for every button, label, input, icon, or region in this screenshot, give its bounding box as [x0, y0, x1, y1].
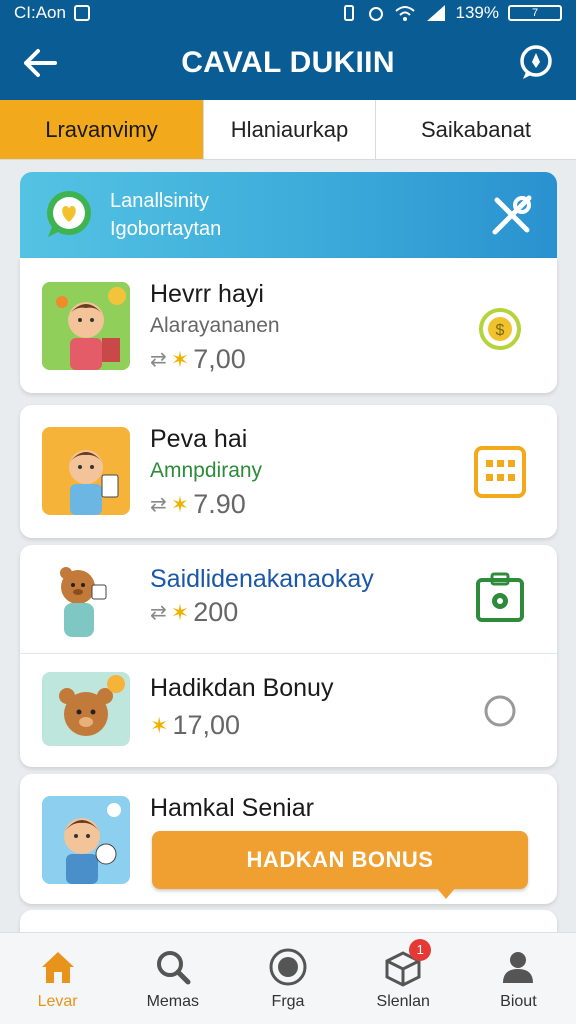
- swap-icon: ⇄: [150, 494, 167, 516]
- profile-icon: [498, 947, 538, 987]
- item-price: ⇄ ✶ 7.90: [150, 489, 246, 520]
- item-subtitle: Alarayananen: [150, 314, 280, 337]
- tab-lravanvimy[interactable]: Lravanvimy: [0, 100, 204, 159]
- record-icon: [268, 947, 308, 987]
- bear-illustration-icon: [42, 557, 130, 645]
- status-time: CI:Aon: [14, 3, 66, 22]
- item-price: ⇄ ✶ 7,00: [150, 344, 246, 375]
- coin-button[interactable]: $: [473, 302, 527, 356]
- banner-line1: Lanallsinity: [110, 190, 209, 212]
- banner-close-button[interactable]: [489, 192, 535, 238]
- nav-item-slenlan[interactable]: 1 Slenlan: [346, 933, 461, 1024]
- status-bar: CI:Aon 139% 7: [0, 0, 576, 26]
- price-value: 7,00: [193, 344, 246, 374]
- bottom-nav: Levar Memas Frga 1 Slenlan Biout: [0, 932, 576, 1024]
- bonus-button[interactable]: HADKAN BONUS: [152, 831, 528, 899]
- bag-icon: [476, 572, 524, 622]
- nav-item-memas[interactable]: Memas: [115, 933, 230, 1024]
- app-bar: CAVAL DUKIIN: [0, 26, 576, 100]
- bag-button[interactable]: [473, 571, 527, 625]
- item-title: Peva hai: [150, 425, 248, 453]
- item-price: ✶ 17,00: [150, 710, 240, 741]
- avatar: [42, 672, 130, 746]
- item-subtitle: Amnpdirany: [150, 459, 263, 482]
- banner-line2: Igobortaytan: [110, 218, 222, 240]
- chat-search-button[interactable]: [514, 41, 558, 85]
- nav-label: Frga: [271, 992, 305, 1010]
- coin-icon: $: [479, 308, 521, 350]
- star-icon: ✶: [150, 712, 169, 738]
- search-icon: [153, 947, 193, 987]
- bear-illustration-icon: [42, 672, 130, 746]
- item-title: Hadikdan Bonuy: [150, 674, 334, 702]
- price-value: 17,00: [172, 710, 241, 740]
- close-icon: [492, 195, 532, 235]
- back-button[interactable]: [18, 41, 62, 85]
- battery-icon: 7: [508, 5, 562, 21]
- kid-illustration-icon: [42, 427, 130, 515]
- svg-text:$: $: [496, 322, 505, 339]
- vibrate-icon: [343, 5, 354, 21]
- grid-button[interactable]: [473, 445, 527, 499]
- price-value: 200: [193, 597, 239, 627]
- avatar: [42, 282, 130, 370]
- list-item[interactable]: Saidlidenakanaokay ⇄ ✶ 200: [20, 545, 557, 653]
- star-icon: ✶: [170, 491, 190, 517]
- status-left: CI:Aon: [14, 3, 90, 23]
- grid-icon: [474, 446, 526, 498]
- tab-label: Hlaniaurkap: [230, 116, 349, 142]
- tab-saikabanat[interactable]: Saikabanat: [376, 100, 576, 159]
- item-price: ⇄ ✶ 200: [150, 597, 238, 628]
- list-item[interactable]: Peva hai Amnpdirany ⇄ ✶ 7.90: [20, 405, 557, 538]
- swap-icon: ⇄: [150, 349, 167, 371]
- notification-badge: 1: [409, 938, 432, 961]
- avatar: [42, 427, 130, 515]
- tab-bar: Lravanvimy Hlaniaurkap Saikabanat: [0, 100, 576, 160]
- item-title: Hamkal Seniar: [150, 794, 314, 822]
- price-value: 7.90: [193, 489, 246, 519]
- nav-label: Slenlan: [376, 992, 430, 1010]
- avatar: [42, 796, 130, 884]
- kid-illustration-icon: [42, 282, 130, 370]
- star-icon: ✶: [170, 346, 190, 372]
- battery-label: 7: [531, 7, 539, 19]
- swap-icon: ⇄: [150, 602, 167, 624]
- box-icon: 1: [383, 938, 432, 987]
- nav-item-levar[interactable]: Levar: [0, 933, 115, 1024]
- select-radio[interactable]: [473, 684, 527, 738]
- kid-illustration-icon: [42, 796, 130, 884]
- promo-banner: Lanallsinity Igobortaytan: [20, 172, 557, 258]
- battery-percent: 139%: [455, 3, 499, 22]
- nav-label: Biout: [500, 992, 537, 1010]
- chat-heart-icon: [47, 191, 91, 237]
- alarm-icon: [368, 7, 383, 21]
- nav-item-frga[interactable]: Frga: [230, 933, 345, 1024]
- tab-label: Lravanvimy: [45, 116, 158, 142]
- list-item[interactable]: Hevrr hayi Alarayananen ⇄ ✶ 7,00 $: [20, 258, 557, 393]
- list-item[interactable]: Hadikdan Bonuy ✶ 17,00: [20, 653, 557, 767]
- back-arrow-icon: [24, 49, 57, 77]
- avatar: [42, 557, 130, 645]
- notification-icon: [73, 5, 90, 21]
- star-icon: ✶: [170, 599, 190, 625]
- list-item[interactable]: Hamkal Seniar HADKAN BONUS: [20, 774, 557, 904]
- wifi-icon: [394, 6, 415, 21]
- nav-label: Memas: [146, 992, 200, 1010]
- tab-hlaniaurkap[interactable]: Hlaniaurkap: [204, 100, 376, 159]
- signal-icon: [426, 5, 445, 21]
- tab-label: Saikabanat: [420, 116, 532, 142]
- item-title: Saidlidenakanaokay: [150, 565, 374, 593]
- page-title: CAVAL DUKIIN: [181, 46, 395, 79]
- nav-label: Levar: [37, 992, 78, 1010]
- chat-search-icon: [520, 45, 552, 79]
- home-icon: [38, 947, 78, 987]
- nav-item-biout[interactable]: Biout: [461, 933, 576, 1024]
- radio-icon: [484, 695, 516, 727]
- status-right: 139% 7: [340, 3, 562, 23]
- item-title: Hevrr hayi: [150, 280, 264, 308]
